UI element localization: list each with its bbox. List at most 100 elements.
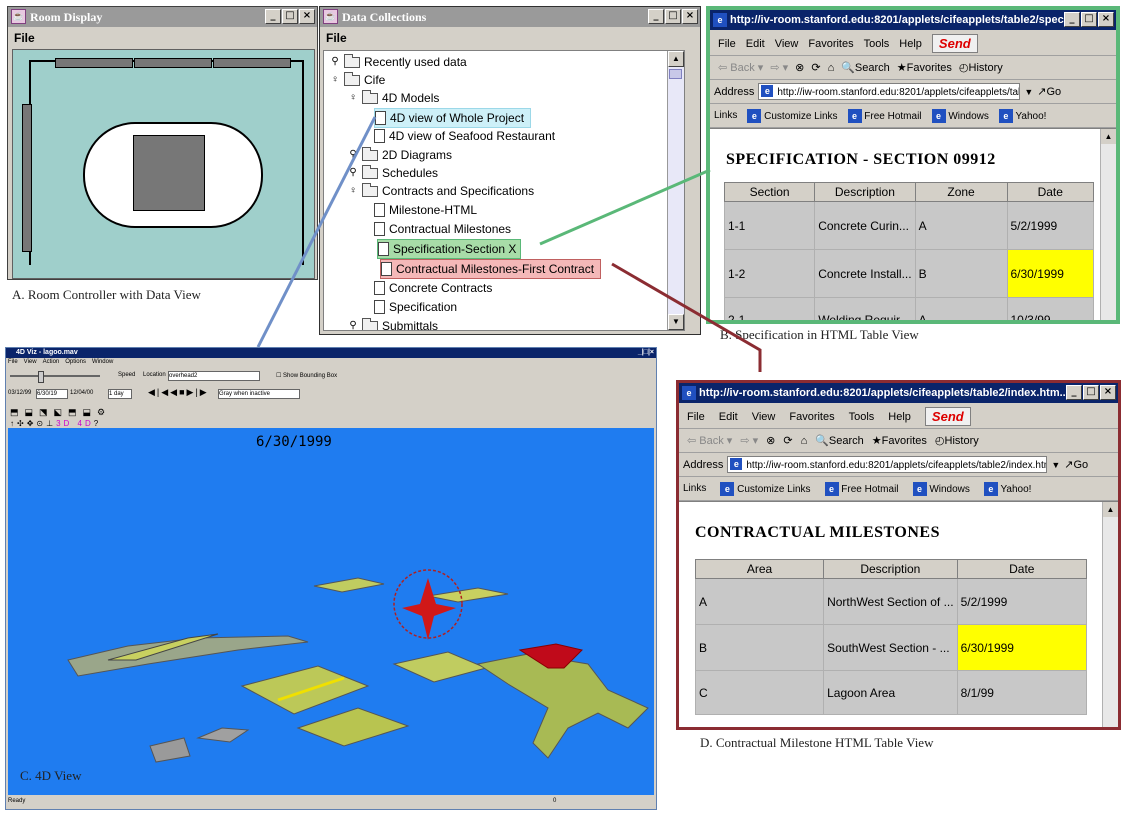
forward-button[interactable]: ⇨ ▾ — [740, 434, 758, 447]
refresh-icon[interactable]: ⟳ — [783, 434, 792, 447]
favorites-button[interactable]: ★Favorites — [872, 434, 927, 447]
collapse-key-icon[interactable]: ♀ — [330, 71, 340, 89]
tree-node-cife[interactable]: ♀ Cife — [330, 71, 385, 89]
stop-icon[interactable]: ⊗ — [795, 61, 804, 74]
menu-file[interactable]: File — [687, 411, 705, 423]
tree-node-4d-seafood[interactable]: 4D view of Seafood Restaurant — [374, 127, 555, 145]
menu-tools[interactable]: Tools — [864, 38, 890, 50]
address-dropdown[interactable]: ▼ — [1051, 460, 1060, 470]
tree-node-4d-whole-project[interactable]: 4D view of Whole Project — [374, 108, 532, 128]
tree-node-contracts[interactable]: ♀ Contracts and Specifications — [348, 182, 534, 200]
menu-favorites[interactable]: Favorites — [789, 411, 834, 423]
menu-view[interactable]: View — [24, 359, 37, 365]
page-scrollbar[interactable]: ▲ — [1100, 129, 1116, 320]
collapse-key-icon[interactable]: ♀ — [348, 182, 358, 200]
home-icon[interactable]: ⌂ — [828, 62, 835, 74]
link-yahoo[interactable]: e Yahoo! — [983, 481, 1031, 496]
link-hotmail[interactable]: e Free Hotmail — [824, 481, 899, 496]
data-collections-titlebar[interactable]: ☕ Data Collections _ □ × — [320, 7, 700, 27]
maximize-button[interactable]: □ — [1081, 12, 1097, 27]
tree-scrollbar[interactable]: ▲ ▼ — [667, 51, 684, 330]
history-button[interactable]: ◴History — [959, 61, 1003, 74]
menu-file[interactable]: File — [8, 359, 18, 365]
viz-titlebar[interactable]: 4D Viz - lagoo.mav _|□|× — [6, 348, 656, 358]
bounding-box-checkbox[interactable]: ☐ Show Bounding Box — [276, 372, 337, 379]
send-button[interactable]: Send — [931, 34, 978, 53]
search-button[interactable]: 🔍Search — [841, 61, 890, 74]
close-button[interactable]: × — [1098, 12, 1114, 27]
send-button[interactable]: Send — [924, 407, 971, 426]
minimize-button[interactable]: _ — [1064, 12, 1080, 27]
favorites-button[interactable]: ★Favorites — [897, 61, 952, 74]
refresh-icon[interactable]: ⟳ — [811, 61, 820, 74]
address-input[interactable]: e http://iw-room.stanford.edu:8201/apple… — [758, 83, 1021, 100]
time-slider-thumb[interactable] — [38, 371, 44, 383]
tree-node-specification[interactable]: Specification — [374, 298, 457, 316]
table-display[interactable] — [133, 135, 205, 211]
tree-node-4d-models[interactable]: ♀ 4D Models — [348, 89, 439, 107]
maximize-button[interactable]: □ — [665, 9, 681, 24]
scroll-up-arrow[interactable]: ▲ — [1101, 129, 1116, 144]
menu-help[interactable]: Help — [899, 38, 922, 50]
expand-key-icon[interactable]: ⚲ — [348, 146, 358, 164]
tree-node-schedules[interactable]: ⚲ Schedules — [348, 164, 438, 182]
playback-controls[interactable]: ◀|◀◀■▶|▶ — [148, 387, 209, 398]
spec-browser-titlebar[interactable]: e http://iv-room.stanford.edu:8201/apple… — [710, 10, 1116, 30]
menu-edit[interactable]: Edit — [746, 38, 765, 50]
back-button[interactable]: ⇦ Back ▾ — [718, 61, 763, 74]
close-button[interactable]: × — [299, 9, 315, 24]
scroll-down-arrow[interactable]: ▼ — [668, 314, 684, 330]
step-select[interactable]: 1 day — [108, 389, 132, 399]
link-customize[interactable]: e Customize Links — [720, 481, 811, 496]
view-toolbar-icons[interactable]: ⬒⬓⬔⬕⬒⬓⚙ — [10, 407, 111, 418]
stop-icon[interactable]: ⊗ — [766, 434, 775, 447]
minimize-button[interactable]: _ — [1066, 385, 1082, 400]
menu-help[interactable]: Help — [888, 411, 911, 423]
tree-node-concrete-contracts[interactable]: Concrete Contracts — [374, 279, 492, 297]
tree-node-spec-section-x[interactable]: Specification-Section X — [377, 239, 522, 259]
milestone-browser-titlebar[interactable]: e http://iv-room.stanford.edu:8201/apple… — [679, 383, 1118, 403]
window-buttons[interactable]: _|□|× — [638, 348, 654, 358]
menu-tools[interactable]: Tools — [849, 411, 875, 423]
scroll-up-arrow[interactable]: ▲ — [668, 51, 684, 67]
link-yahoo[interactable]: e Yahoo! — [998, 108, 1046, 123]
scroll-up-arrow[interactable]: ▲ — [1103, 502, 1118, 517]
address-dropdown[interactable]: ▼ — [1024, 87, 1033, 97]
tree-node-milestones-first-contract[interactable]: Contractual Milestones-First Contract — [380, 259, 602, 279]
tree-node-recent[interactable]: ⚲ Recently used data — [330, 53, 467, 71]
tree-node-submittals[interactable]: ⚲ Submittals — [348, 317, 438, 330]
maximize-button[interactable]: □ — [1083, 385, 1099, 400]
collapse-key-icon[interactable]: ♀ — [348, 89, 358, 107]
expand-key-icon[interactable]: ⚲ — [348, 164, 358, 182]
menu-file[interactable]: File — [718, 38, 736, 50]
expand-key-icon[interactable]: ⚲ — [330, 53, 340, 71]
current-date-select[interactable]: 6/30/19 — [36, 389, 68, 399]
menu-view[interactable]: View — [752, 411, 776, 423]
link-windows[interactable]: e Windows — [912, 481, 970, 496]
tree-node-milestone-html[interactable]: Milestone-HTML — [374, 201, 477, 219]
menu-view[interactable]: View — [775, 38, 799, 50]
page-scrollbar[interactable]: ▲ — [1102, 502, 1118, 727]
time-slider[interactable] — [10, 375, 100, 377]
viz-viewport[interactable]: 6/30/1999 C. 4D View — [8, 428, 654, 795]
forward-button[interactable]: ⇨ ▾ — [770, 61, 788, 74]
room-display-titlebar[interactable]: ☕ Room Display _ □ × — [8, 7, 317, 27]
menu-options[interactable]: Options — [65, 359, 86, 365]
location-select[interactable]: overhead2 — [168, 371, 260, 381]
gray-select[interactable]: Gray when inactive — [218, 389, 300, 399]
link-hotmail[interactable]: e Free Hotmail — [847, 108, 922, 123]
close-button[interactable]: × — [682, 9, 698, 24]
menu-action[interactable]: Action — [43, 359, 60, 365]
menu-file[interactable]: File — [326, 31, 347, 45]
menu-edit[interactable]: Edit — [719, 411, 738, 423]
go-button[interactable]: ↗Go — [1037, 85, 1061, 98]
minimize-button[interactable]: _ — [265, 9, 281, 24]
link-customize[interactable]: e Customize Links — [747, 108, 838, 123]
minimize-button[interactable]: _ — [648, 9, 664, 24]
scroll-thumb[interactable] — [669, 69, 682, 79]
tree-node-contractual-milestones[interactable]: Contractual Milestones — [374, 220, 511, 238]
menu-window[interactable]: Window — [92, 359, 113, 365]
back-button[interactable]: ⇦ Back ▾ — [687, 434, 732, 447]
go-button[interactable]: ↗Go — [1064, 458, 1088, 471]
menu-file[interactable]: File — [14, 31, 35, 45]
